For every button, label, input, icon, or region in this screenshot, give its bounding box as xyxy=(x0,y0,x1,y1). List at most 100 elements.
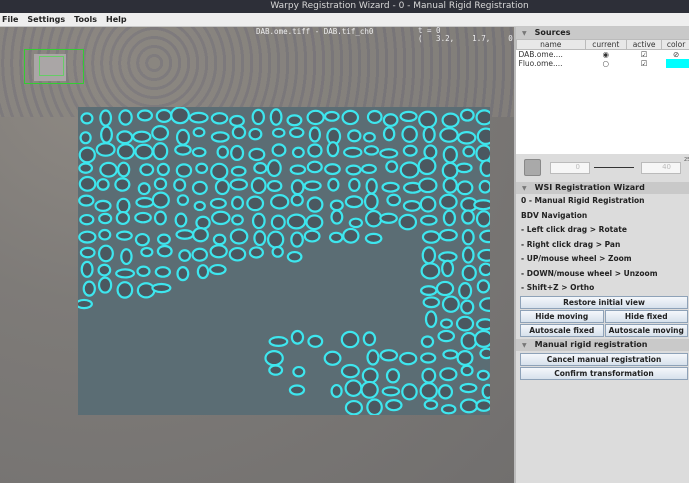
gland xyxy=(442,349,459,360)
gland xyxy=(170,107,190,125)
gland xyxy=(195,215,211,230)
gland xyxy=(398,213,418,231)
current-radio[interactable]: ○ xyxy=(585,59,626,68)
gland xyxy=(209,244,228,259)
gland xyxy=(79,131,92,145)
gland xyxy=(385,368,401,384)
gland xyxy=(248,147,266,162)
gland xyxy=(98,212,113,225)
gland xyxy=(461,229,475,246)
gland xyxy=(326,141,340,158)
gland xyxy=(442,145,458,164)
autoscale-fixed-button[interactable]: Autoscale fixed xyxy=(520,323,604,337)
gland xyxy=(420,335,435,348)
col-active[interactable]: active xyxy=(626,39,663,50)
menu-help[interactable]: Help xyxy=(106,13,127,26)
gland xyxy=(153,210,167,226)
gland xyxy=(459,382,478,394)
gland xyxy=(379,148,399,159)
gland xyxy=(361,163,377,175)
gland xyxy=(399,110,418,123)
gland xyxy=(327,177,340,192)
gland xyxy=(153,177,168,191)
active-checkbox[interactable]: ☑ xyxy=(627,59,662,68)
gland xyxy=(421,246,437,265)
gland xyxy=(478,262,490,277)
col-current[interactable]: current xyxy=(584,39,628,50)
gland xyxy=(192,127,206,138)
gland xyxy=(115,230,133,241)
gland xyxy=(364,209,383,228)
color-button[interactable] xyxy=(524,159,541,176)
minimap[interactable] xyxy=(24,49,84,84)
gland xyxy=(475,210,490,228)
menu-file[interactable]: File xyxy=(2,13,18,26)
gland xyxy=(458,282,473,300)
gland xyxy=(364,232,383,245)
gland xyxy=(476,318,490,331)
gland xyxy=(268,364,284,376)
hide-moving-button[interactable]: Hide moving xyxy=(520,309,604,323)
manual-header[interactable]: ▼ Manual rigid registration xyxy=(516,338,689,351)
bdv-viewer[interactable]: DAB.ome.tiff - DAB.tif_ch0 t = 0 ( 3.2, … xyxy=(0,27,514,483)
gland xyxy=(271,143,287,157)
gland xyxy=(459,398,479,414)
menu-settings[interactable]: Settings xyxy=(27,13,65,26)
gland xyxy=(461,246,475,264)
gland xyxy=(253,161,268,175)
gland xyxy=(347,129,362,143)
confirm-transformation-button[interactable]: Confirm transformation xyxy=(520,366,688,380)
gland xyxy=(248,127,263,141)
gland xyxy=(231,214,244,226)
menu-tools[interactable]: Tools xyxy=(74,13,97,26)
table-row[interactable]: DAB.ome.... ◉ ☑ ⊘ xyxy=(517,50,689,59)
gland xyxy=(306,109,325,126)
gland xyxy=(456,350,474,366)
cancel-registration-button[interactable]: Cancel manual registration xyxy=(520,352,688,366)
gland xyxy=(423,399,439,411)
wizard-header[interactable]: ▼ WSI Registration Wizard xyxy=(516,182,689,194)
gland xyxy=(212,233,227,246)
gland xyxy=(228,246,247,262)
gland xyxy=(78,230,97,244)
gland xyxy=(250,177,267,195)
gland xyxy=(381,181,400,193)
gland xyxy=(306,196,324,213)
gland xyxy=(476,369,490,381)
gland xyxy=(97,276,113,294)
gland xyxy=(78,175,97,192)
restore-view-button[interactable]: Restore initial view xyxy=(520,295,688,309)
gland xyxy=(175,163,193,178)
sources-header[interactable]: ▼ Sources xyxy=(516,27,689,39)
color-swatch[interactable] xyxy=(662,59,689,68)
gland xyxy=(156,244,173,258)
current-radio[interactable]: ◉ xyxy=(585,50,626,59)
gland xyxy=(348,217,364,229)
gland xyxy=(82,280,96,297)
gland xyxy=(154,266,172,278)
side-panel: ▼ Sources name current active color DAB.ome.… xyxy=(514,27,689,483)
gland xyxy=(329,199,344,212)
no-color-icon[interactable]: ⊘ xyxy=(662,50,689,59)
gland xyxy=(340,330,360,349)
gland xyxy=(420,285,438,296)
min-spinner[interactable]: 0 xyxy=(550,162,590,174)
gland xyxy=(210,112,229,125)
col-color[interactable]: color xyxy=(661,39,689,50)
gland xyxy=(379,349,399,362)
active-checkbox[interactable]: ☑ xyxy=(627,50,662,59)
autoscale-moving-button[interactable]: Autoscale moving xyxy=(604,323,688,337)
col-name[interactable]: name xyxy=(516,39,586,50)
gland xyxy=(208,263,227,276)
table-row[interactable]: Fluo.ome.... ○ ☑ xyxy=(517,59,689,68)
gland xyxy=(176,194,190,206)
hide-fixed-button[interactable]: Hide fixed xyxy=(604,309,688,323)
gland xyxy=(441,161,459,180)
fluo-overlay-image xyxy=(78,107,490,415)
gland xyxy=(442,177,458,194)
gland xyxy=(366,109,383,125)
gland xyxy=(307,334,324,348)
range-slider[interactable] xyxy=(594,167,634,168)
max-spinner[interactable]: 40 xyxy=(641,162,681,174)
gland xyxy=(288,384,306,396)
